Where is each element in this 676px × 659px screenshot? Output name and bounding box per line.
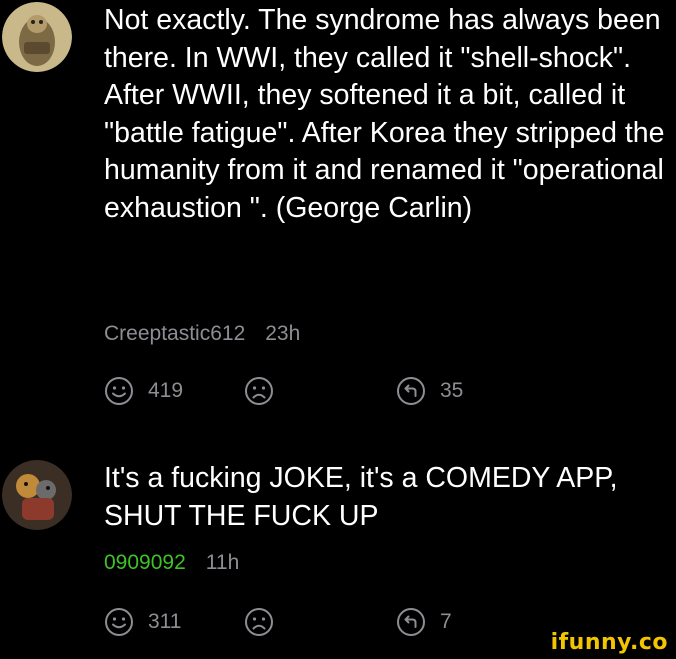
reply-count: 7 (440, 610, 452, 633)
comment-meta: Creeptastic612 23h (104, 322, 300, 346)
comment-meta: 0909092 11h (104, 551, 239, 575)
smile-count: 419 (148, 379, 184, 402)
avatar-image (2, 460, 72, 530)
avatar-image (2, 2, 72, 72)
comment-actions: 419 35 (104, 375, 463, 407)
reply-button[interactable]: 35 (396, 376, 463, 406)
watermark-logo: ifunny.co (550, 630, 668, 655)
unsmile-button[interactable] (244, 607, 396, 637)
timestamp: 11h (205, 551, 240, 574)
username[interactable]: Creeptastic612 (104, 322, 245, 346)
smile-icon (105, 608, 133, 636)
comment-actions: 311 7 (104, 606, 452, 638)
avatar[interactable] (2, 460, 72, 530)
reply-button[interactable]: 7 (396, 607, 452, 637)
reply-count: 35 (440, 379, 464, 402)
smile-count: 311 (148, 610, 182, 633)
avatar[interactable] (2, 2, 72, 72)
reply-icon (397, 608, 425, 636)
sad-icon (245, 377, 273, 405)
reply-icon (397, 377, 425, 405)
unsmile-button[interactable] (244, 376, 396, 406)
comment-text: Not exactly. The syndrome has always bee… (104, 4, 665, 224)
username[interactable]: 0909092 (104, 551, 186, 575)
timestamp: 23h (265, 322, 301, 345)
sad-icon (245, 608, 273, 636)
smile-icon (105, 377, 133, 405)
smile-button[interactable]: 311 (104, 607, 244, 637)
comment-text: It's a fucking JOKE, it's a COMEDY APP, … (104, 462, 618, 532)
smile-button[interactable]: 419 (104, 376, 244, 406)
